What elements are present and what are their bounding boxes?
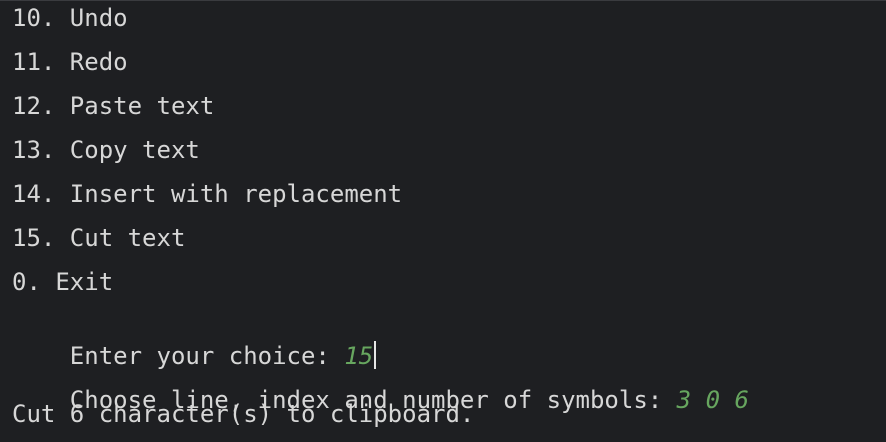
menu-item-insert-with-replacement: 14. Insert with replacement [12,180,403,208]
result-message: Cut 6 character(s) to clipboard. [12,400,475,428]
menu-item-exit: 0. Exit [12,268,114,296]
choice-line: Enter your choice: 15 [12,311,377,370]
symbols-line: Choose line, index and number of symbols… [12,355,749,414]
menu-item-paste-text: 12. Paste text [12,92,215,120]
console-output[interactable]: 10. Undo 11. Redo 12. Paste text 13. Cop… [0,0,886,442]
menu-item-cut-text: 15. Cut text [12,224,186,252]
menu-item-undo: 10. Undo [12,4,128,32]
menu-item-copy-text: 13. Copy text [12,136,200,164]
symbols-input: 3 0 6 [676,386,749,414]
menu-item-redo: 11. Redo [12,48,128,76]
